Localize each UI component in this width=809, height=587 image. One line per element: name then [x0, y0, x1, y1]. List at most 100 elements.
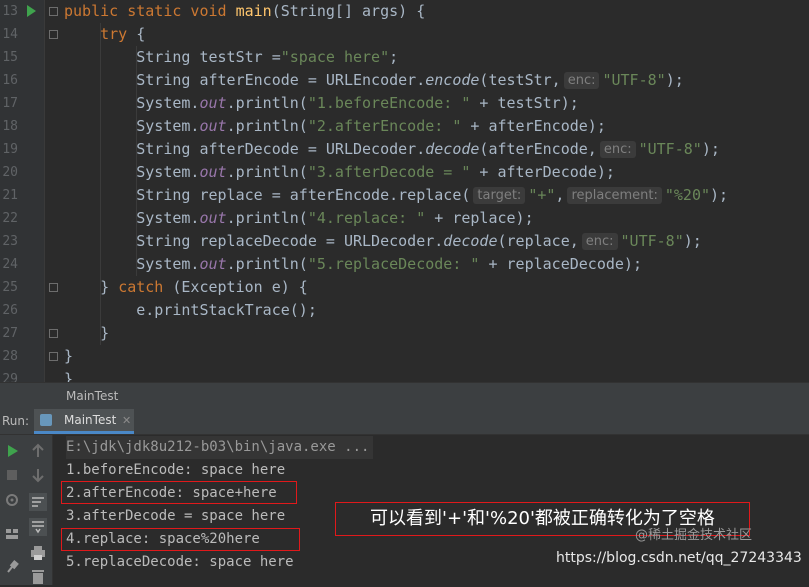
code-line: 24 System.out.println("5.replaceDecode: … [0, 253, 809, 276]
code-text: String testStr ="space here"; [64, 46, 398, 69]
code-line: 20 System.out.println("3.afterDecode = "… [0, 161, 809, 184]
code-text: String afterEncode = URLEncoder.encode(t… [64, 69, 684, 92]
code-token: String afterDecode = URLDecoder. [64, 140, 426, 158]
line-number: 19 [2, 142, 18, 157]
line-number: 20 [2, 165, 18, 180]
code-token: catch [118, 278, 173, 296]
close-icon[interactable]: ✕ [122, 409, 131, 432]
arrow-up-icon[interactable] [28, 441, 48, 461]
code-line: 17 System.out.println("1.beforeEncode: "… [0, 92, 809, 115]
run-toolbar-primary [0, 435, 24, 585]
line-number: 24 [2, 257, 18, 272]
code-text: } [64, 368, 73, 382]
rerun-icon[interactable] [2, 441, 22, 461]
code-text: String afterDecode = URLDecoder.decode(a… [64, 138, 720, 161]
code-token: { [136, 25, 146, 43]
parameter-hint: enc: [581, 233, 618, 250]
tab-maintest[interactable]: MainTest ✕ [34, 409, 134, 434]
layout-icon[interactable] [2, 524, 22, 544]
line-number: 25 [2, 280, 18, 295]
breadcrumb-bar: MainTest [0, 382, 809, 410]
run-tool-window-header: Run: MainTest ✕ [0, 409, 809, 435]
code-token: ); [665, 71, 684, 89]
code-token: String afterEncode = URLEncoder. [64, 71, 426, 89]
code-text: e.printStackTrace(); [64, 299, 317, 322]
code-token: (afterEncode, [479, 140, 597, 158]
soft-wrap-icon[interactable] [28, 492, 48, 512]
stop-icon[interactable] [2, 465, 22, 485]
code-token: "UTF-8" [620, 232, 684, 250]
code-token: System. [64, 255, 200, 273]
fold-marker-icon[interactable] [49, 7, 58, 16]
code-line: 26 e.printStackTrace(); [0, 299, 809, 322]
code-token: String replace = afterEncode.replace( [64, 186, 471, 204]
code-token: "space here" [280, 48, 390, 66]
highlight-box-after-encode [61, 481, 297, 504]
code-token: out [199, 94, 227, 112]
code-token: ); [710, 186, 729, 204]
code-token: "1.beforeEncode: " [307, 94, 471, 112]
line-number: 15 [2, 50, 18, 65]
code-editor[interactable]: 13 public static void main(String[] args)… [0, 0, 809, 382]
line-number: 26 [2, 303, 18, 318]
code-line: 25 } catch (Exception e) { [0, 276, 809, 299]
code-token: } [64, 370, 74, 382]
console-line-command: E:\jdk\jdk8u212-b03\bin\java.exe ... [66, 436, 374, 459]
run-gutter-icon[interactable] [27, 5, 36, 17]
code-token: out [199, 117, 227, 135]
code-token: "5.replaceDecode: " [307, 255, 480, 273]
trash-icon[interactable] [28, 567, 48, 587]
code-token: String testStr = [64, 48, 281, 66]
scroll-to-end-icon[interactable] [28, 517, 48, 537]
code-token: (replace, [497, 232, 579, 250]
fold-marker-icon[interactable] [49, 329, 58, 338]
watermark-secondary: @稀土掘金技术社区 [635, 528, 753, 543]
code-token: public static void [64, 2, 236, 20]
code-token: + testStr); [470, 94, 579, 112]
code-line: 22 System.out.println("4.replace: " + re… [0, 207, 809, 230]
pin-icon[interactable] [2, 557, 22, 577]
indent-guide [136, 46, 137, 276]
code-token: "2.afterEncode: " [307, 117, 462, 135]
code-token: "+" [528, 186, 556, 204]
parameter-hint: enc: [563, 72, 600, 89]
code-text: } [64, 322, 109, 345]
code-token: "%20" [664, 186, 711, 204]
indent-guide [100, 23, 101, 345]
code-text: String replaceDecode = URLDecoder.decode… [64, 230, 702, 253]
code-line: 27 } [0, 322, 809, 345]
code-token: main [235, 2, 272, 20]
line-number: 13 [2, 4, 18, 19]
code-token: .println( [226, 117, 308, 135]
fold-marker-icon[interactable] [49, 352, 58, 361]
arrow-down-icon[interactable] [28, 465, 48, 485]
debug-settings-icon[interactable] [2, 490, 22, 510]
code-token: out [199, 209, 227, 227]
line-number: 28 [2, 349, 18, 364]
line-number: 22 [2, 211, 18, 226]
code-token: + replace); [425, 209, 534, 227]
line-number: 18 [2, 119, 18, 134]
code-token: + afterEncode); [461, 117, 606, 135]
fold-marker-icon[interactable] [49, 283, 58, 292]
breadcrumb[interactable]: MainTest [66, 383, 118, 409]
code-token: (Exception e) { [172, 278, 308, 296]
code-token: ; [389, 48, 399, 66]
code-text: public static void main(String[] args) { [64, 0, 425, 23]
code-line: 13 public static void main(String[] args)… [0, 0, 809, 23]
code-line: 15 String testStr ="space here"; [0, 46, 809, 69]
code-token: decode [443, 232, 498, 250]
code-token: System. [64, 209, 200, 227]
code-token: System. [64, 94, 200, 112]
print-icon[interactable] [28, 543, 48, 563]
fold-marker-icon[interactable] [49, 30, 58, 39]
code-token: .println( [226, 163, 308, 181]
code-text: System.out.println("2.afterEncode: " + a… [64, 115, 606, 138]
code-token: .println( [226, 94, 308, 112]
code-line: 28} [0, 345, 809, 368]
code-text: String replace = afterEncode.replace(tar… [64, 184, 728, 207]
code-token: (testStr, [479, 71, 561, 89]
code-token: System. [64, 163, 200, 181]
code-token: } [64, 278, 119, 296]
code-text: } [64, 345, 73, 368]
